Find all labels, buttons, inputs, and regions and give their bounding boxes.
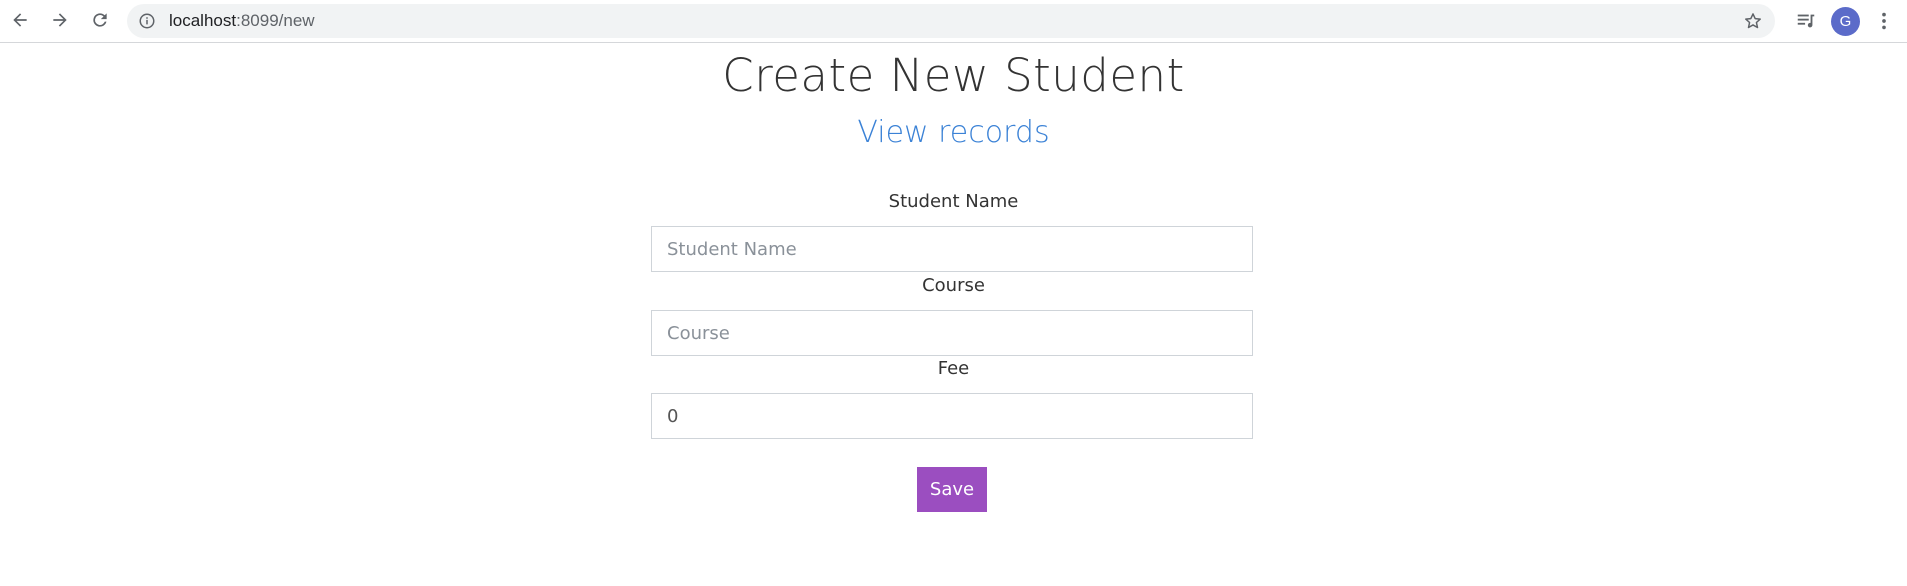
kebab-menu-icon[interactable] (1873, 10, 1895, 32)
arrow-right-icon (53, 13, 67, 27)
reload-icon (93, 13, 107, 27)
student-name-input[interactable] (651, 226, 1253, 272)
view-records-link[interactable]: View records (857, 115, 1049, 150)
save-button[interactable]: Save (917, 467, 987, 512)
page-title: Create New Student (722, 49, 1185, 102)
fee-label: Fee (937, 358, 970, 379)
url-host: localhost (169, 11, 237, 30)
arrow-left-icon (13, 13, 27, 27)
view-records-container: View records (0, 110, 1907, 156)
address-bar[interactable]: localhost:8099/new (127, 4, 1775, 38)
profile-avatar[interactable]: G (1831, 7, 1860, 36)
back-button[interactable] (6, 6, 34, 34)
fee-input[interactable] (651, 393, 1253, 439)
course-label: Course (922, 275, 985, 296)
star-icon[interactable] (1743, 11, 1763, 31)
url-text[interactable]: localhost:8099/new (169, 12, 315, 30)
student-name-label: Student Name (888, 191, 1019, 212)
browser-toolbar: localhost:8099/new G (0, 0, 1907, 43)
media-playlist-icon[interactable] (1795, 10, 1817, 32)
forward-button[interactable] (46, 6, 74, 34)
info-icon[interactable] (138, 12, 156, 30)
url-path: :8099/new (236, 11, 315, 30)
course-input[interactable] (651, 310, 1253, 356)
reload-button[interactable] (86, 6, 114, 34)
